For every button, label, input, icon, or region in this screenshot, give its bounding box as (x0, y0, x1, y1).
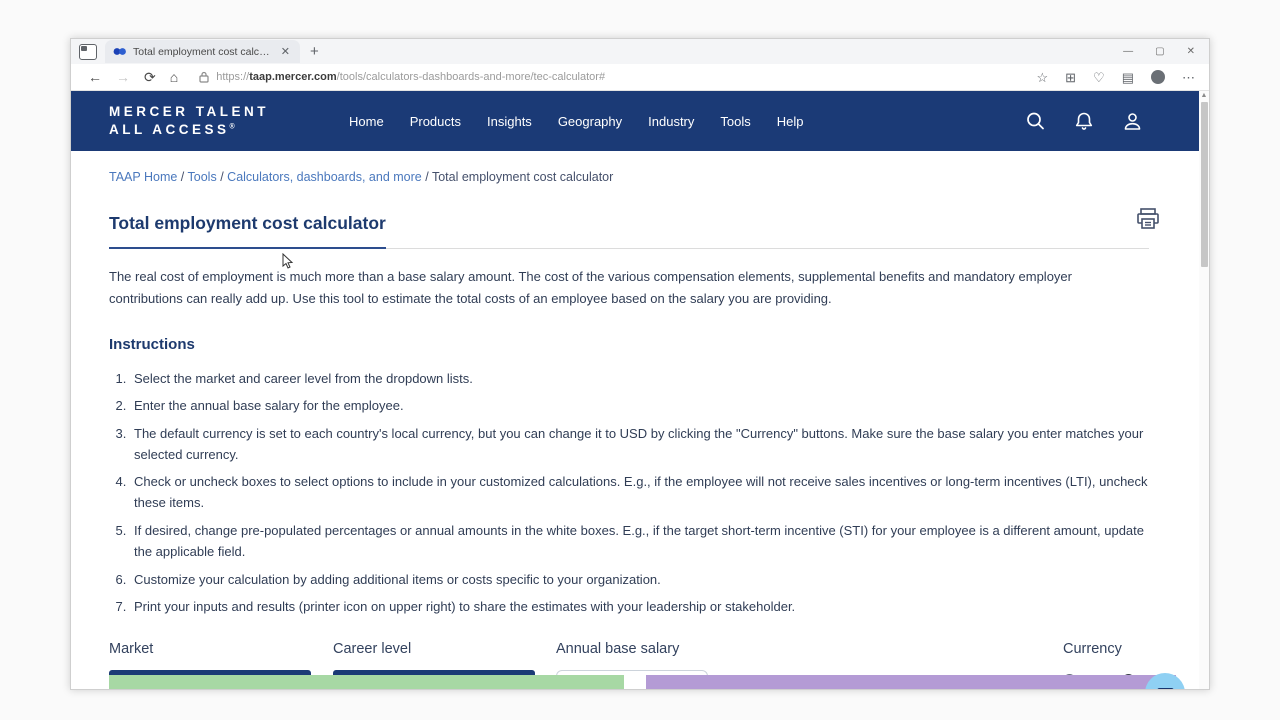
instructions-list: Select the market and career level from … (109, 368, 1149, 617)
mercer-favicon-icon (113, 47, 127, 56)
page-title: Total employment cost calculator (109, 213, 386, 249)
page-viewport: MERCER TALENT ALL ACCESS® Home Products … (71, 91, 1209, 689)
instruction-step: Check or uncheck boxes to select options… (130, 471, 1149, 513)
career-level-label: Career level (333, 641, 535, 657)
site-header: MERCER TALENT ALL ACCESS® Home Products … (71, 91, 1201, 151)
url-text: https://taap.mercer.com/tools/calculator… (216, 71, 605, 83)
scrollbar-up-icon[interactable]: ▲ (1199, 91, 1209, 101)
more-menu-icon[interactable]: ⋯ (1182, 71, 1195, 84)
nav-item-products[interactable]: Products (410, 114, 461, 129)
nav-item-geography[interactable]: Geography (558, 114, 622, 129)
window-maximize-button[interactable]: ▢ (1155, 47, 1164, 57)
favorites-icon[interactable]: ☆ (1036, 71, 1048, 84)
nav-item-insights[interactable]: Insights (487, 114, 532, 129)
mercer-taap-logo[interactable]: MERCER TALENT ALL ACCESS® (109, 103, 269, 138)
intro-paragraph: The real cost of employment is much more… (109, 266, 1149, 311)
main-nav: Home Products Insights Geography Industr… (349, 114, 804, 129)
instruction-step: Select the market and career level from … (130, 368, 1149, 389)
printer-icon[interactable] (1135, 207, 1161, 236)
market-label: Market (109, 641, 311, 657)
instruction-step: If desired, change pre-populated percent… (130, 520, 1149, 562)
instruction-step: Print your inputs and results (printer i… (130, 596, 1149, 617)
breadcrumb-link-taap-home[interactable]: TAAP Home (109, 170, 177, 184)
notifications-bell-icon[interactable] (1074, 111, 1094, 132)
results-panel-purple (646, 675, 1176, 689)
browser-toolbar: ← → ⟳ ⌂ https://taap.mercer.com/tools/ca… (71, 64, 1209, 91)
nav-item-industry[interactable]: Industry (648, 114, 694, 129)
breadcrumb-current: Total employment cost calculator (432, 170, 613, 184)
window-close-button[interactable]: ✕ (1187, 47, 1195, 57)
collections-icon[interactable]: ⊞ (1065, 71, 1076, 84)
refresh-icon[interactable]: ⟳ (144, 70, 156, 84)
instruction-step: Enter the annual base salary for the emp… (130, 395, 1149, 416)
browser-window: Total employment cost calculator ✕ + — ▢… (70, 38, 1210, 690)
search-icon[interactable] (1025, 111, 1046, 132)
lock-icon (199, 71, 209, 83)
instruction-step: Customize your calculation by adding add… (130, 569, 1149, 590)
browser-essentials-icon[interactable]: ♡ (1093, 71, 1105, 84)
results-panel-green (109, 675, 624, 689)
address-bar[interactable]: https://taap.mercer.com/tools/calculator… (199, 71, 1024, 83)
tab-title: Total employment cost calculator (133, 46, 273, 58)
new-tab-button[interactable]: + (310, 43, 319, 60)
nav-item-help[interactable]: Help (777, 114, 804, 129)
nav-item-tools[interactable]: Tools (720, 114, 750, 129)
tab-workspaces-icon[interactable] (79, 44, 97, 60)
forward-icon[interactable]: → (116, 70, 130, 84)
nav-item-home[interactable]: Home (349, 114, 384, 129)
browser-tab[interactable]: Total employment cost calculator ✕ (105, 40, 300, 63)
tab-close-icon[interactable]: ✕ (279, 45, 292, 58)
page-content: TAAP Home / Tools / Calculators, dashboa… (71, 151, 1201, 689)
profile-avatar[interactable] (1151, 70, 1165, 84)
tab-strip: Total employment cost calculator ✕ + — ▢… (71, 39, 1209, 64)
page-scrollbar: ▲ (1199, 91, 1209, 689)
instruction-step: The default currency is set to each coun… (130, 423, 1149, 465)
breadcrumb-link-calculators[interactable]: Calculators, dashboards, and more (227, 170, 422, 184)
currency-label: Currency (1063, 641, 1167, 657)
annual-base-salary-label: Annual base salary (556, 641, 708, 657)
browser-home-icon[interactable]: ⌂ (170, 70, 178, 84)
back-icon[interactable]: ← (88, 70, 102, 84)
window-minimize-button[interactable]: — (1123, 47, 1133, 57)
breadcrumb-link-tools[interactable]: Tools (188, 170, 217, 184)
split-screen-icon[interactable]: ▤ (1122, 71, 1134, 84)
breadcrumb: TAAP Home / Tools / Calculators, dashboa… (109, 170, 1149, 184)
scrollbar-thumb[interactable] (1201, 102, 1208, 267)
instructions-heading: Instructions (109, 336, 1149, 353)
title-row: Total employment cost calculator (109, 213, 1149, 249)
account-icon[interactable] (1122, 111, 1143, 132)
